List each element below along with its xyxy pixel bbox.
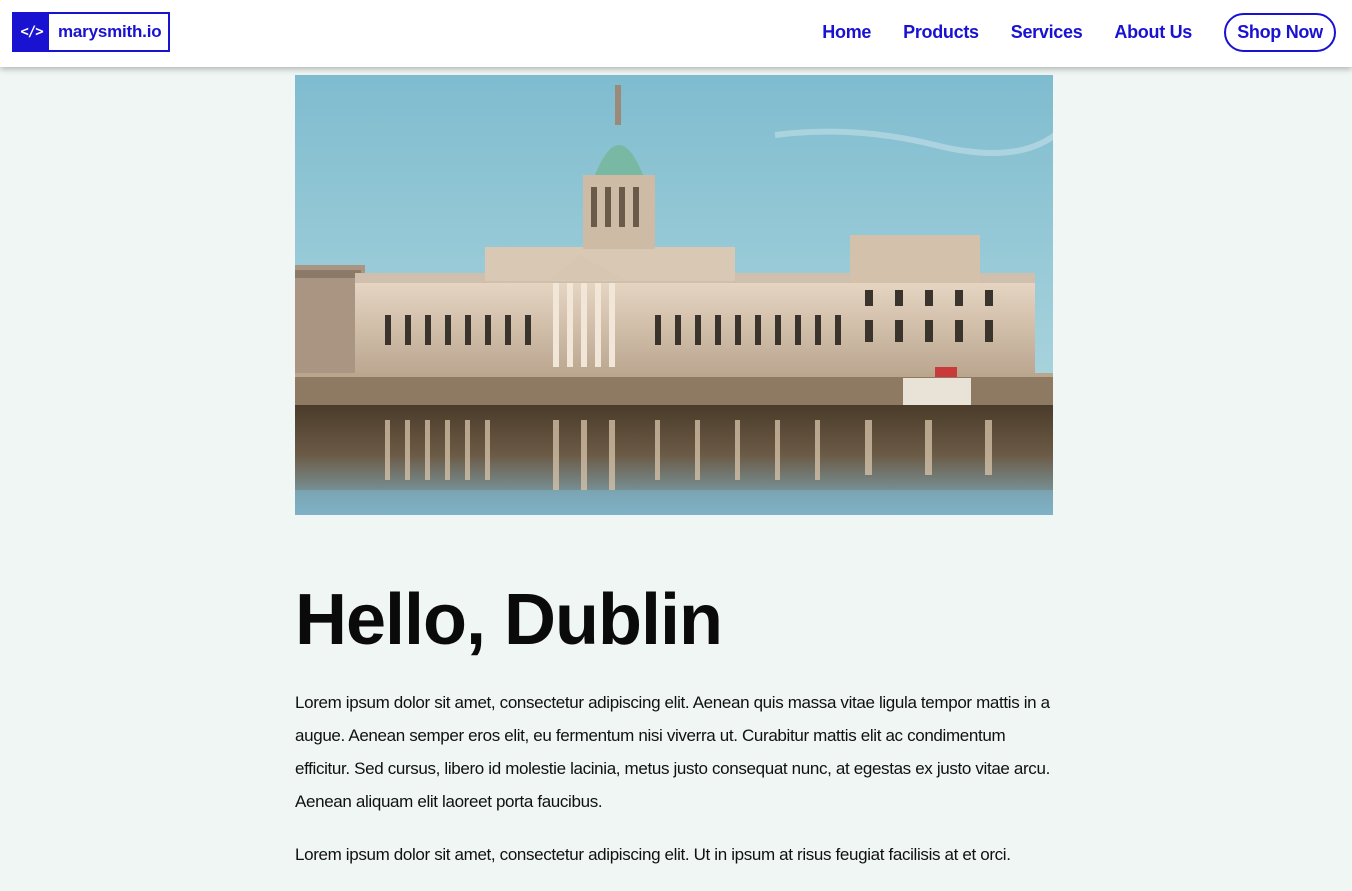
article-paragraph: Lorem ipsum dolor sit amet, consectetur … <box>295 693 1050 811</box>
article-paragraph: Lorem ipsum dolor sit amet, consectetur … <box>295 845 1011 864</box>
logo-text: marysmith.io <box>58 22 162 41</box>
nav-link-services[interactable]: Services <box>1011 22 1083 43</box>
nav-link-home[interactable]: Home <box>822 22 871 43</box>
site-logo[interactable]: </> marysmith.io <box>12 12 170 52</box>
hero-image <box>295 75 1053 515</box>
shop-now-button[interactable]: Shop Now <box>1224 12 1336 52</box>
article: Hello, Dublin Lorem ipsum dolor sit amet… <box>295 578 1057 891</box>
code-icon: </> <box>14 14 49 50</box>
main-nav: Home Products Services About Us Shop Now <box>822 12 1336 52</box>
photo-icon <box>295 75 1053 515</box>
nav-link-products[interactable]: Products <box>903 22 979 43</box>
site-header: </> marysmith.io Home Products Services … <box>0 0 1352 67</box>
nav-link-about-us[interactable]: About Us <box>1114 22 1192 43</box>
page-title: Hello, Dublin <box>295 580 723 660</box>
